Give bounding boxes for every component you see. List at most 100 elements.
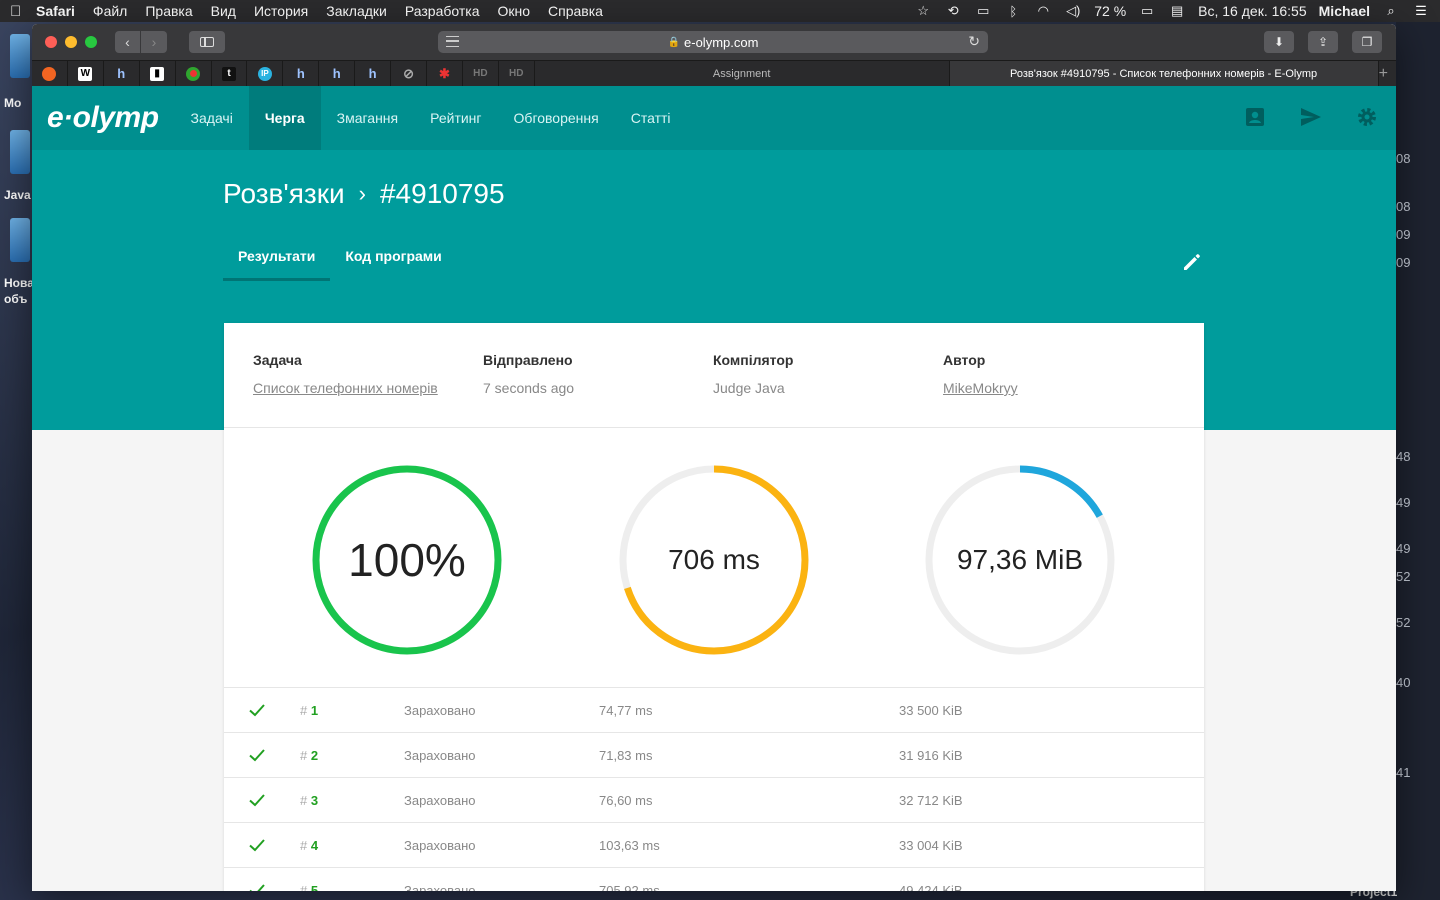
- spotlight-search-icon[interactable]: ⌕: [1382, 3, 1400, 18]
- favorite-bookmark[interactable]: h: [355, 61, 392, 86]
- battery-icon[interactable]: ▭: [1138, 3, 1156, 18]
- gear-icon[interactable]: [1356, 106, 1378, 128]
- apple-menu-icon[interactable]: : [10, 3, 36, 20]
- meta-label: Задача: [253, 352, 302, 368]
- site-logo[interactable]: e·olymp: [47, 86, 159, 150]
- new-tab-button[interactable]: +: [1379, 61, 1396, 86]
- breadcrumb-parent[interactable]: Розв'язки: [223, 178, 345, 210]
- nav-problems[interactable]: Задачі: [175, 86, 249, 150]
- menu-app-name[interactable]: Safari: [36, 3, 75, 19]
- menu-item-bookmarks[interactable]: Закладки: [326, 3, 387, 19]
- table-row[interactable]: # 4 Зараховано 103,63 ms 33 004 KiB: [224, 823, 1204, 868]
- test-memory: 33 500 KiB: [899, 702, 963, 718]
- favorite-bookmark[interactable]: HD: [463, 61, 499, 86]
- tab-source-code[interactable]: Код програми: [330, 236, 456, 281]
- desktop-file-icon[interactable]: [10, 218, 30, 262]
- test-number-prefix: #: [300, 882, 311, 892]
- meta-submitted: Відправлено 7 seconds ago: [483, 352, 713, 427]
- time-machine-icon[interactable]: ⟲: [944, 3, 962, 18]
- table-row[interactable]: # 1 Зараховано 74,77 ms 33 500 KiB: [224, 688, 1204, 733]
- check-icon: [249, 749, 265, 762]
- minimize-window-button[interactable]: [65, 36, 77, 48]
- favorite-bookmark[interactable]: [32, 61, 68, 86]
- menu-item-file[interactable]: Файл: [93, 3, 127, 19]
- sidebar-toggle-button[interactable]: [189, 31, 225, 53]
- background-text: 08: [1396, 199, 1411, 214]
- wifi-icon[interactable]: ◠: [1034, 3, 1052, 18]
- menubar-user[interactable]: Michael: [1319, 3, 1370, 19]
- address-bar-url: e-olymp.com: [684, 34, 759, 50]
- share-button[interactable]: ⇪: [1308, 31, 1338, 53]
- menu-item-edit[interactable]: Правка: [145, 3, 192, 19]
- author-link[interactable]: MikeMokryy: [943, 380, 1173, 396]
- pencil-icon[interactable]: [1180, 250, 1204, 274]
- favorite-bookmark[interactable]: t: [212, 61, 248, 86]
- favorite-bookmark[interactable]: ⊘: [391, 61, 427, 86]
- menu-item-history[interactable]: История: [254, 3, 308, 19]
- back-button[interactable]: ‹: [115, 31, 141, 53]
- solution-meta: Задача Список телефонних номерів Відправ…: [224, 323, 1204, 428]
- favorite-bookmark[interactable]: h: [104, 61, 140, 86]
- favorite-bookmark[interactable]: HD: [499, 61, 535, 86]
- favorite-bookmark[interactable]: [176, 61, 212, 86]
- address-bar[interactable]: 🔒 e-olymp.com ↻: [438, 31, 988, 53]
- menu-item-window[interactable]: Окно: [497, 3, 530, 19]
- browser-tab[interactable]: Assignment: [535, 61, 950, 86]
- nav-rating[interactable]: Рейтинг: [414, 86, 497, 150]
- menu-item-view[interactable]: Вид: [211, 3, 236, 19]
- notification-center-icon[interactable]: ☰: [1412, 3, 1430, 18]
- forward-button[interactable]: ›: [141, 31, 167, 53]
- breadcrumb: Розв'язки › #4910795: [223, 178, 505, 210]
- table-row[interactable]: # 5 Зараховано 705,92 ms 49 424 KiB: [224, 868, 1204, 891]
- test-status: Зараховано: [404, 837, 476, 853]
- memory-value: 97,36 MiB: [956, 544, 1084, 575]
- plus-icon: +: [1378, 64, 1388, 82]
- nav-discussions[interactable]: Обговорення: [498, 86, 615, 150]
- browser-tab-active[interactable]: Розв'язок #4910795 - Список телефонних н…: [949, 61, 1379, 86]
- send-icon[interactable]: [1300, 106, 1322, 128]
- bookmark-favicon-icon: ▮: [150, 66, 165, 81]
- table-row[interactable]: # 3 Зараховано 76,60 ms 32 712 KiB: [224, 778, 1204, 823]
- airplay-icon[interactable]: ▭: [974, 3, 992, 18]
- chevron-right-icon: ›: [358, 181, 366, 206]
- problem-link[interactable]: Список телефонних номерів: [253, 380, 483, 396]
- background-text: 09: [1396, 255, 1411, 270]
- profile-icon[interactable]: [1244, 106, 1266, 128]
- favorite-bookmark[interactable]: h: [319, 61, 356, 86]
- check-icon: [249, 884, 265, 891]
- favorite-bookmark[interactable]: ▮: [140, 61, 176, 86]
- chevron-left-icon: ‹: [125, 34, 130, 50]
- tab-overview-button[interactable]: ❐: [1352, 31, 1382, 53]
- table-row[interactable]: # 2 Зараховано 71,83 ms 31 916 KiB: [224, 733, 1204, 778]
- bookmark-favicon-icon: [42, 66, 57, 81]
- menu-item-help[interactable]: Справка: [548, 3, 603, 19]
- nav-queue[interactable]: Черга: [248, 86, 321, 150]
- star-icon[interactable]: ☆: [914, 3, 932, 18]
- favorite-bookmark[interactable]: IP: [247, 61, 284, 86]
- downloads-button[interactable]: ⬇: [1264, 31, 1294, 53]
- tab-results[interactable]: Результати: [223, 236, 331, 281]
- volume-icon[interactable]: ◁): [1064, 3, 1082, 18]
- favorite-bookmark[interactable]: h: [283, 61, 320, 86]
- desktop-file-icon[interactable]: [10, 34, 30, 78]
- reload-icon[interactable]: ↻: [968, 33, 980, 50]
- background-text: 09: [1396, 227, 1411, 242]
- nav-competitions[interactable]: Змагання: [321, 86, 415, 150]
- menubar-datetime[interactable]: Вс, 16 дек. 16:55: [1198, 3, 1306, 19]
- test-time: 76,60 ms: [599, 792, 653, 808]
- wikipedia-icon: W: [78, 66, 93, 81]
- desktop-file-icon[interactable]: [10, 130, 30, 174]
- bluetooth-icon[interactable]: ᛒ: [1004, 4, 1022, 19]
- reader-view-icon[interactable]: [446, 36, 459, 47]
- battery-percent[interactable]: 72 %: [1094, 3, 1126, 19]
- test-status: Зараховано: [404, 882, 476, 892]
- us-flag-icon[interactable]: ▤: [1168, 3, 1186, 18]
- close-window-button[interactable]: [45, 36, 57, 48]
- favorite-bookmark[interactable]: ✱: [427, 61, 463, 86]
- favorite-bookmark[interactable]: W: [68, 61, 104, 86]
- fullscreen-window-button[interactable]: [85, 36, 97, 48]
- test-time: 705,92 ms: [599, 882, 660, 892]
- test-time: 71,83 ms: [599, 747, 653, 763]
- nav-articles[interactable]: Статті: [615, 86, 687, 150]
- menu-item-develop[interactable]: Разработка: [405, 3, 480, 19]
